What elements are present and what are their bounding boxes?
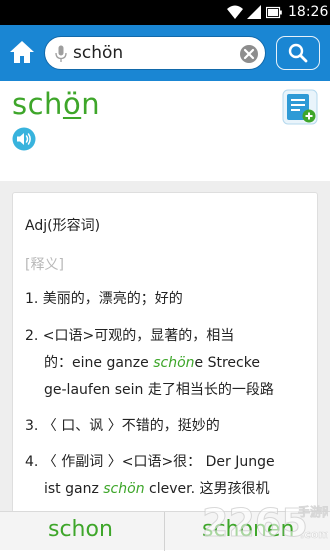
content-area: Adj(形容词) [释义] 1. 美丽的，漂亮的；好的 2. <口语>可观的，显… <box>0 181 330 522</box>
speaker-icon[interactable] <box>12 127 36 151</box>
add-to-wordbook-icon[interactable] <box>282 89 318 125</box>
search-icon <box>288 43 308 63</box>
example-text: ist ganz <box>44 481 104 497</box>
clear-icon[interactable] <box>239 44 259 64</box>
search-box[interactable] <box>44 36 266 70</box>
example-text: e Strecke <box>194 355 260 371</box>
example-text: 的：eine ganze <box>44 355 154 371</box>
definition-1: 1. 美丽的，漂亮的；好的 <box>25 291 183 307</box>
app-header <box>0 25 330 81</box>
mic-icon[interactable] <box>55 45 67 63</box>
search-button[interactable] <box>276 36 320 70</box>
example-keyword: schön <box>103 481 145 497</box>
headword-prefix: sch <box>12 87 63 121</box>
definition-3: 3. 〈 口、讽 〉不错的，挺妙的 <box>25 418 220 434</box>
part-of-speech: Adj(形容词) <box>25 218 101 234</box>
definition-2-line-1: 2. <口语>可观的，显著的，相当 <box>25 328 235 344</box>
word-header: schön <box>0 81 330 181</box>
headword-suffix: n <box>81 87 101 121</box>
definition-card: Adj(形容词) [释义] 1. 美丽的，漂亮的；好的 2. <口语>可观的，显… <box>12 192 318 522</box>
watermark-suffix: .com <box>300 528 328 541</box>
status-time: 18:26 <box>288 4 329 20</box>
search-input[interactable] <box>73 41 233 65</box>
definition-2-line-2: 的：eine ganze schöne Strecke <box>44 353 260 373</box>
status-bar: 18:26 <box>0 0 330 25</box>
watermark-site: 手游网 <box>298 504 328 519</box>
wifi-icon <box>227 5 243 19</box>
battery-icon <box>266 6 282 19</box>
bottom-divider <box>164 512 165 551</box>
previous-word-link[interactable]: schon <box>48 516 113 544</box>
watermark-number: 2265 <box>202 501 308 545</box>
example-keyword: schön <box>153 355 195 371</box>
headword-stressed-vowel: ö <box>62 87 82 121</box>
site-watermark: 2265 手游网 .com <box>202 501 329 546</box>
home-icon[interactable] <box>8 38 36 66</box>
section-label: [释义] <box>25 257 64 273</box>
headword: schön <box>12 87 100 121</box>
definition-4-line-1: 4. 〈 作副词 〉<口语>很： Der Junge <box>25 454 275 470</box>
signal-icon <box>247 5 261 19</box>
definition-2-line-3: ge-laufen sein 走了相当长的一段路 <box>44 382 274 398</box>
